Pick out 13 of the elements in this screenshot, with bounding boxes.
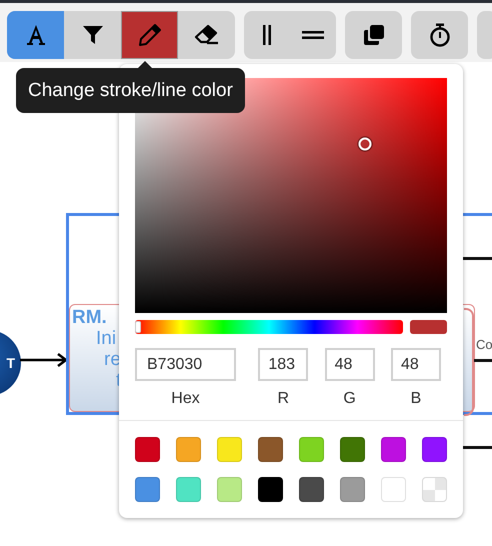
field-label: G (343, 390, 356, 408)
tooltip: Change stroke/line color (16, 68, 245, 113)
hex-field[interactable]: B73030 (135, 348, 236, 381)
card-text: Ini (96, 328, 116, 349)
field-label: B (410, 390, 422, 408)
field-label: Hex (171, 390, 200, 408)
channel-field[interactable]: 48 (324, 348, 375, 381)
connector-label: Co (476, 337, 492, 352)
start-label: T (6, 355, 15, 371)
field-label: R (278, 390, 290, 408)
channel-field[interactable]: 48 (390, 348, 441, 381)
card-text: RM. (72, 307, 107, 328)
channel-field[interactable]: 183 (258, 348, 308, 381)
